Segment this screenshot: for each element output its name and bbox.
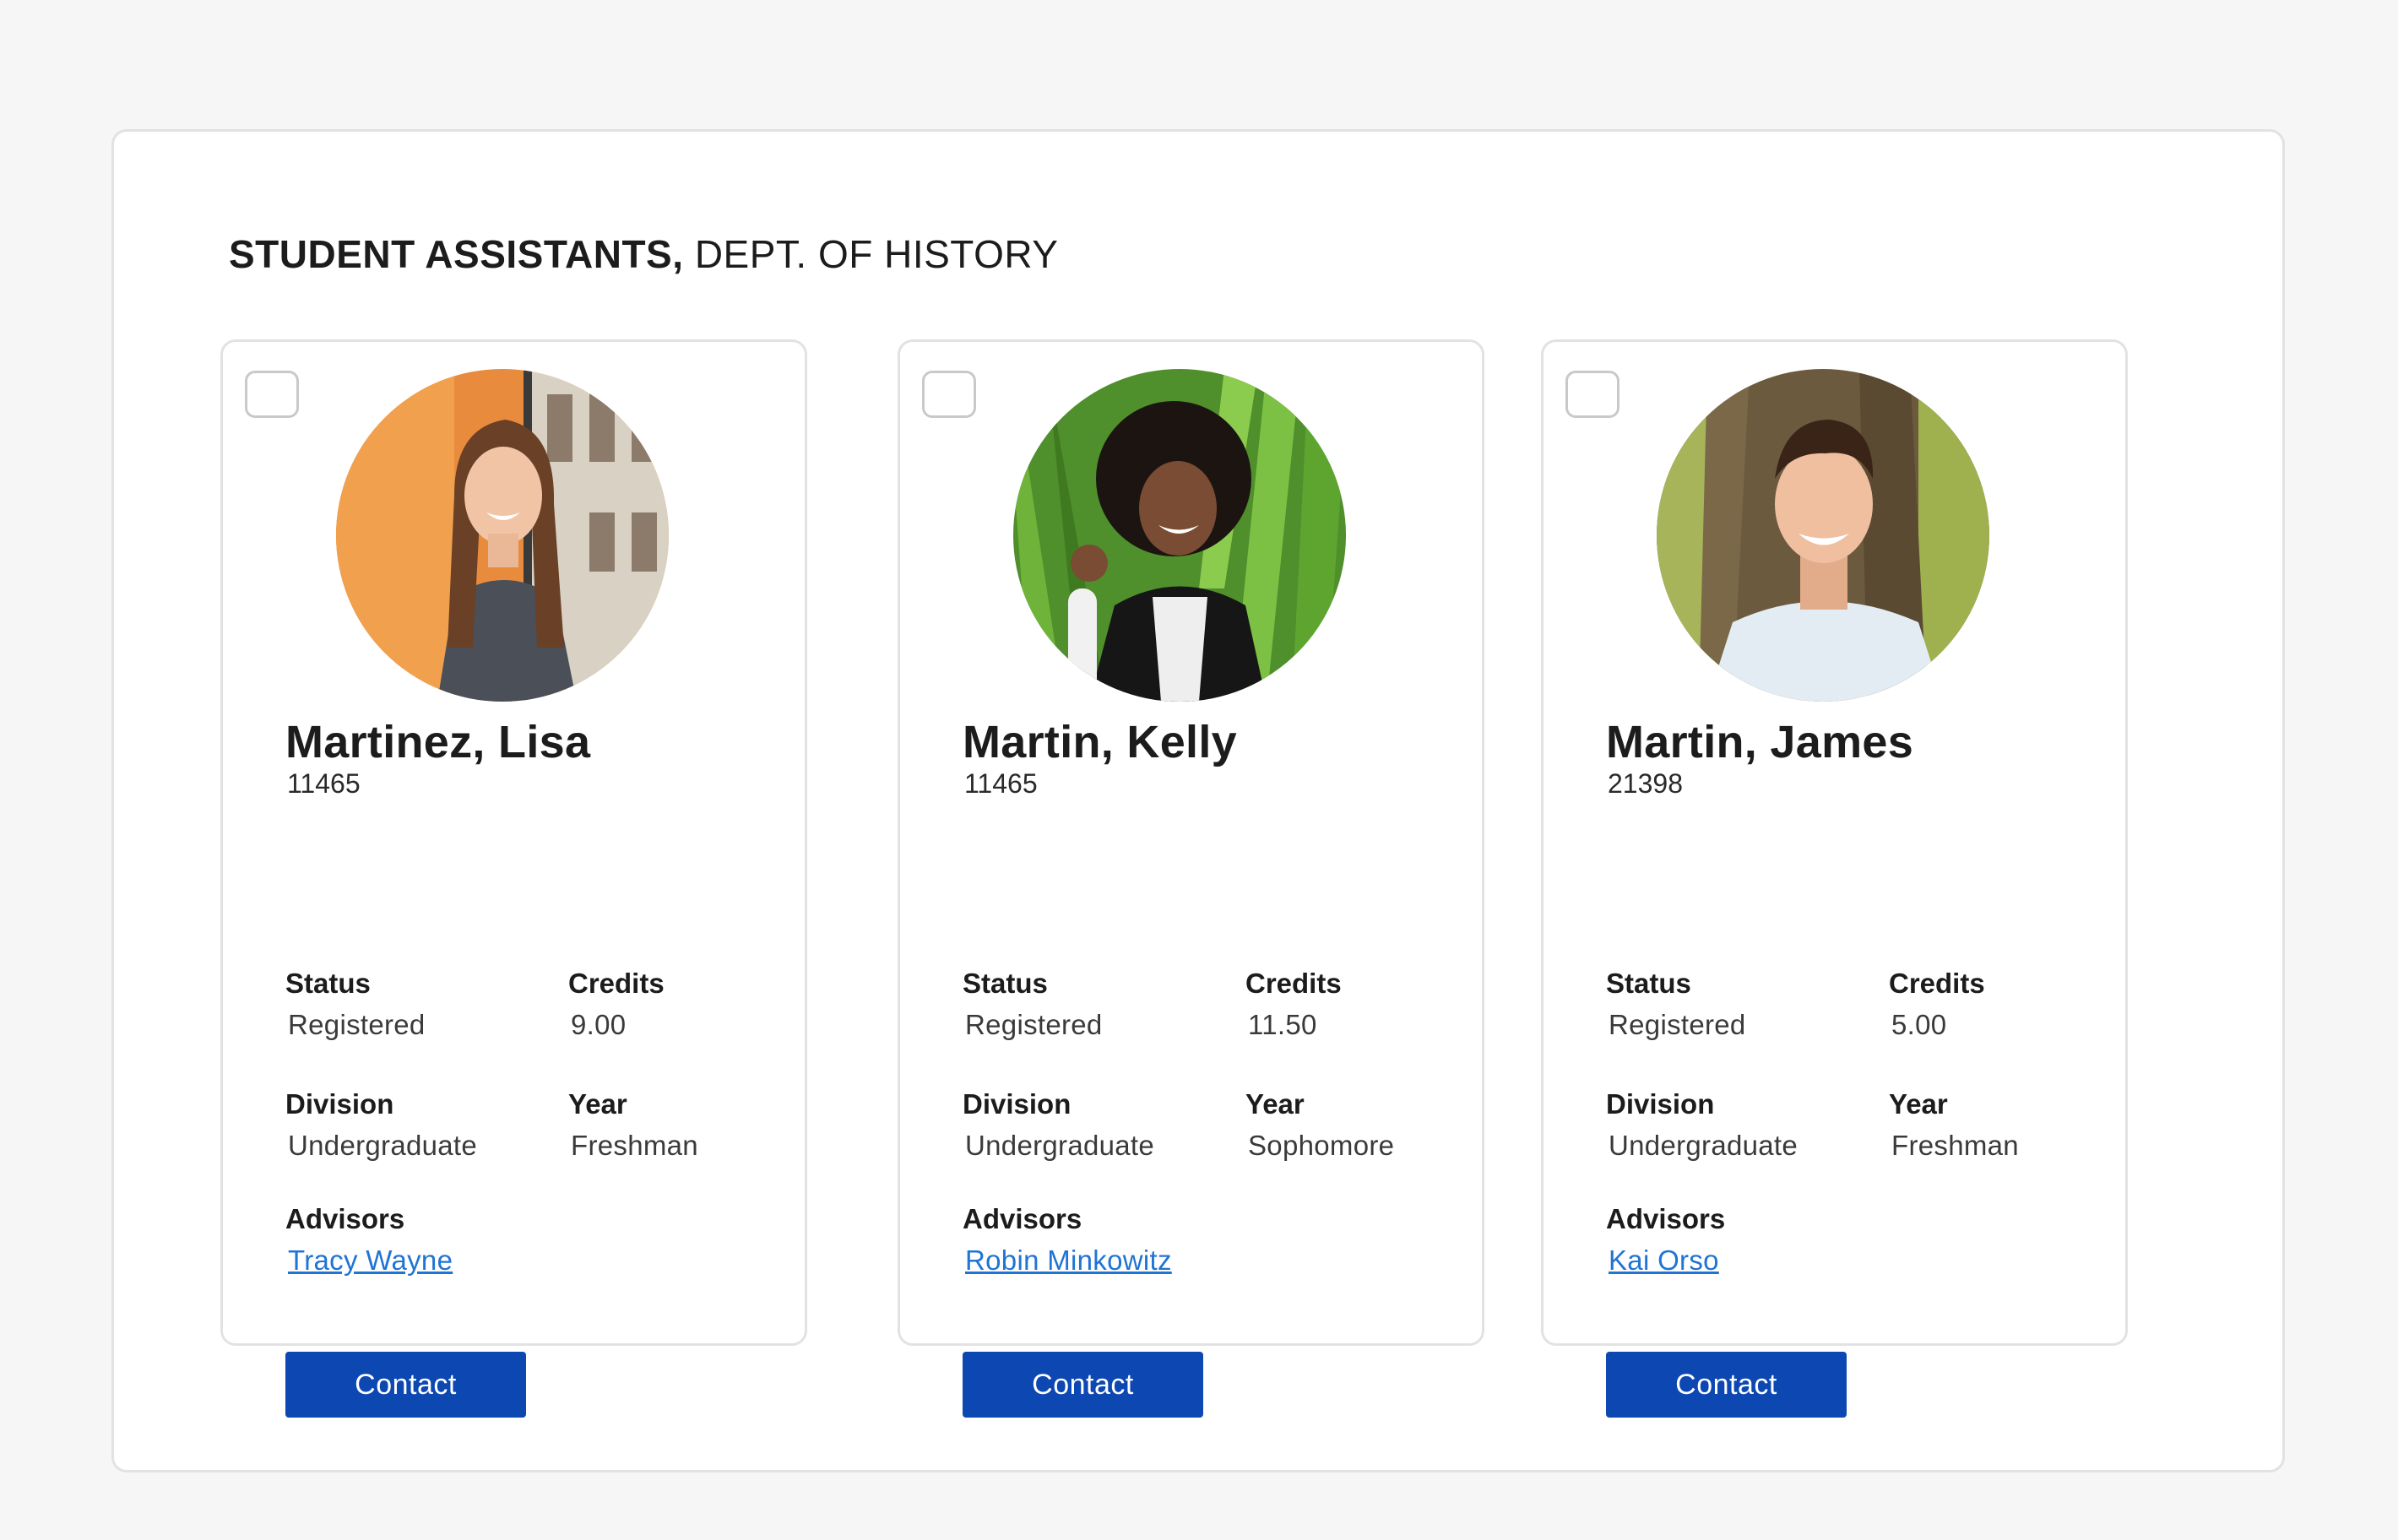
contact-button[interactable]: Contact xyxy=(1606,1352,1847,1418)
student-card: Martin, Kelly 11465 Status Credits Regis… xyxy=(898,339,1484,1418)
division-label: Division xyxy=(1606,1088,1715,1120)
student-id: 11465 xyxy=(287,768,361,799)
student-name: Martin, James xyxy=(1606,717,1914,767)
division-value: Undergraduate xyxy=(1609,1130,1798,1161)
status-label: Status xyxy=(285,968,371,999)
division-value: Undergraduate xyxy=(288,1130,478,1161)
status-value: Registered xyxy=(288,1009,426,1040)
year-value: Sophomore xyxy=(1248,1130,1395,1161)
credits-label: Credits xyxy=(568,968,665,999)
year-label: Year xyxy=(568,1088,627,1120)
credits-value: 5.00 xyxy=(1891,1009,1947,1040)
student-card: Martin, James 21398 Status Credits Regis… xyxy=(1541,339,2128,1418)
student-name: Martinez, Lisa xyxy=(285,717,591,767)
avatar xyxy=(336,369,669,702)
advisor-link[interactable]: Kai Orso xyxy=(1609,1244,1719,1276)
credits-label: Credits xyxy=(1245,968,1342,999)
avatar xyxy=(1013,369,1346,702)
credits-value: 9.00 xyxy=(571,1009,627,1040)
year-label: Year xyxy=(1889,1088,1948,1120)
division-label: Division xyxy=(963,1088,1072,1120)
student-card: Martinez, Lisa 11465 Status Credits Regi… xyxy=(220,339,807,1418)
student-id: 11465 xyxy=(964,768,1038,799)
page-title-department: DEPT. OF HISTORY xyxy=(694,232,1059,276)
student-name: Martin, Kelly xyxy=(963,717,1237,767)
credits-label: Credits xyxy=(1889,968,1985,999)
advisor-link[interactable]: Tracy Wayne xyxy=(288,1244,453,1276)
status-value: Registered xyxy=(1609,1009,1746,1040)
year-value: Freshman xyxy=(1891,1130,2019,1161)
select-checkbox[interactable] xyxy=(922,371,976,418)
status-label: Status xyxy=(1606,968,1691,999)
advisors-label: Advisors xyxy=(963,1203,1082,1234)
advisor-link[interactable]: Robin Minkowitz xyxy=(965,1244,1172,1276)
student-id: 21398 xyxy=(1608,768,1683,799)
select-checkbox[interactable] xyxy=(1565,371,1619,418)
select-checkbox[interactable] xyxy=(245,371,299,418)
year-value: Freshman xyxy=(571,1130,698,1161)
contact-button[interactable]: Contact xyxy=(963,1352,1203,1418)
page-title: STUDENT ASSISTANTS, DEPT. OF HISTORY xyxy=(229,231,1058,277)
student-photo-martin-kelly xyxy=(1013,369,1346,702)
contact-button[interactable]: Contact xyxy=(285,1352,526,1418)
year-label: Year xyxy=(1245,1088,1305,1120)
advisors-label: Advisors xyxy=(285,1203,405,1234)
student-photo-martinez-lisa xyxy=(336,369,669,702)
advisors-label: Advisors xyxy=(1606,1203,1726,1234)
page-title-strong: STUDENT ASSISTANTS, xyxy=(229,232,684,276)
avatar xyxy=(1657,369,1989,702)
status-value: Registered xyxy=(965,1009,1103,1040)
credits-value: 11.50 xyxy=(1248,1009,1317,1040)
division-value: Undergraduate xyxy=(965,1130,1155,1161)
status-label: Status xyxy=(963,968,1048,999)
division-label: Division xyxy=(285,1088,394,1120)
student-assistants-panel: STUDENT ASSISTANTS, DEPT. OF HISTORY Mar… xyxy=(111,129,2285,1472)
student-photo-martin-james xyxy=(1657,369,1989,702)
